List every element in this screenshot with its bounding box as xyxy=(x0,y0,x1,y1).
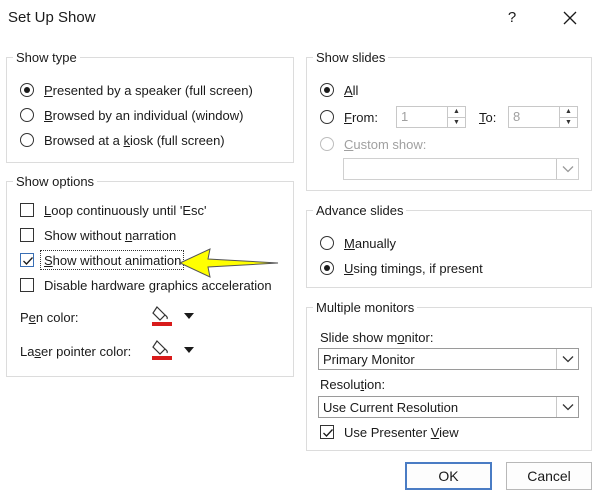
radio-indicator[interactable] xyxy=(320,261,334,275)
radio-label: Manually xyxy=(344,235,397,251)
radio-custom-show[interactable]: Custom show: xyxy=(320,134,426,154)
slide-show-monitor-dropdown[interactable]: Primary Monitor xyxy=(318,348,579,370)
checkbox-indicator[interactable] xyxy=(20,253,34,267)
arrow-shape xyxy=(178,248,279,278)
radio-label: Using timings, if present xyxy=(344,260,483,276)
paint-bucket-icon xyxy=(152,306,172,326)
resolution-label: Resolution: xyxy=(320,376,386,392)
show-options-label: Show options xyxy=(13,174,98,189)
resolution-dropdown[interactable]: Use Current Resolution xyxy=(318,396,579,418)
advance-slides-label: Advance slides xyxy=(313,203,407,218)
chevron-down-icon xyxy=(184,347,194,353)
radio-indicator[interactable] xyxy=(20,133,34,147)
checkmark-icon xyxy=(323,429,333,437)
close-icon xyxy=(563,11,577,25)
radio-indicator[interactable] xyxy=(320,83,334,97)
checkbox-label: Show without animation xyxy=(44,252,182,268)
radio-manually[interactable]: Manually xyxy=(320,233,396,253)
radio-indicator[interactable] xyxy=(20,108,34,122)
chevron-down-icon xyxy=(562,356,573,363)
checkbox-indicator[interactable] xyxy=(20,203,34,217)
title-bar: Set Up Show ? xyxy=(0,0,600,36)
chevron-up-icon[interactable]: ▲ xyxy=(448,107,465,117)
cancel-button[interactable]: Cancel xyxy=(506,462,592,490)
radio-indicator[interactable] xyxy=(320,137,334,151)
radio-label: From: xyxy=(344,109,378,125)
close-button[interactable] xyxy=(556,6,584,30)
laser-pointer-color-button[interactable] xyxy=(150,337,198,363)
checkbox-indicator[interactable] xyxy=(20,278,34,292)
checkbox-label: Show without narration xyxy=(44,227,177,243)
resolution-value: Use Current Resolution xyxy=(323,399,459,415)
custom-show-dropdown[interactable] xyxy=(343,158,579,180)
annotation-arrow xyxy=(178,248,279,278)
pen-color-button[interactable] xyxy=(150,303,198,329)
pen-color-label: Pen color: xyxy=(20,309,79,325)
chevron-down-icon[interactable]: ▼ xyxy=(448,116,465,128)
radio-browsed-by-individual[interactable]: Browsed by an individual (window) xyxy=(20,105,243,125)
radio-using-timings[interactable]: Using timings, if present xyxy=(320,258,483,278)
radio-presented-by-speaker[interactable]: Presented by a speaker (full screen) xyxy=(20,80,253,100)
radio-label: Browsed by an individual (window) xyxy=(44,107,244,123)
ok-button[interactable]: OK xyxy=(405,462,492,490)
checkbox-indicator[interactable] xyxy=(20,228,34,242)
paint-bucket-icon xyxy=(152,340,172,360)
slide-show-monitor-label: Slide show monitor: xyxy=(320,329,434,345)
to-slide-value[interactable]: 8 xyxy=(509,107,559,127)
checkbox-use-presenter-view[interactable]: Use Presenter View xyxy=(320,422,459,442)
radio-indicator[interactable] xyxy=(20,83,34,97)
window-title: Set Up Show xyxy=(8,9,96,26)
checkbox-loop-continuously[interactable]: Loop continuously until 'Esc' xyxy=(20,200,207,220)
radio-browsed-at-kiosk[interactable]: Browsed at a kiosk (full screen) xyxy=(20,130,225,150)
chevron-down-icon[interactable]: ▼ xyxy=(560,116,577,128)
show-slides-label: Show slides xyxy=(313,50,389,65)
radio-label: All xyxy=(344,82,359,98)
chevron-down-icon xyxy=(562,404,573,411)
checkbox-indicator[interactable] xyxy=(320,425,334,439)
multiple-monitors-label: Multiple monitors xyxy=(313,300,418,315)
checkmark-icon xyxy=(23,257,33,265)
radio-label: Custom show: xyxy=(344,136,427,152)
radio-from-slides[interactable]: From: xyxy=(320,107,378,127)
show-type-label: Show type xyxy=(13,50,80,65)
checkbox-label: Use Presenter View xyxy=(344,424,459,440)
chevron-down-icon xyxy=(562,166,573,173)
radio-label: Presented by a speaker (full screen) xyxy=(44,82,253,98)
radio-label: Browsed at a kiosk (full screen) xyxy=(44,132,225,148)
chevron-up-icon[interactable]: ▲ xyxy=(560,107,577,117)
radio-indicator[interactable] xyxy=(320,236,334,250)
slide-show-monitor-value: Primary Monitor xyxy=(323,351,415,367)
chevron-down-icon xyxy=(184,313,194,319)
to-slide-label: To: xyxy=(479,109,497,125)
checkbox-label: Loop continuously until 'Esc' xyxy=(44,202,207,218)
checkbox-show-without-narration[interactable]: Show without narration xyxy=(20,225,176,245)
checkbox-show-without-animation[interactable]: Show without animation xyxy=(20,250,181,270)
to-slide-stepper[interactable]: 8 ▲ ▼ xyxy=(508,106,578,128)
from-slide-value[interactable]: 1 xyxy=(397,107,447,127)
radio-all-slides[interactable]: All xyxy=(320,80,358,100)
radio-indicator[interactable] xyxy=(320,110,334,124)
help-button[interactable]: ? xyxy=(498,6,526,30)
laser-pointer-color-label: Laser pointer color: xyxy=(20,343,132,359)
from-slide-stepper[interactable]: 1 ▲ ▼ xyxy=(396,106,466,128)
